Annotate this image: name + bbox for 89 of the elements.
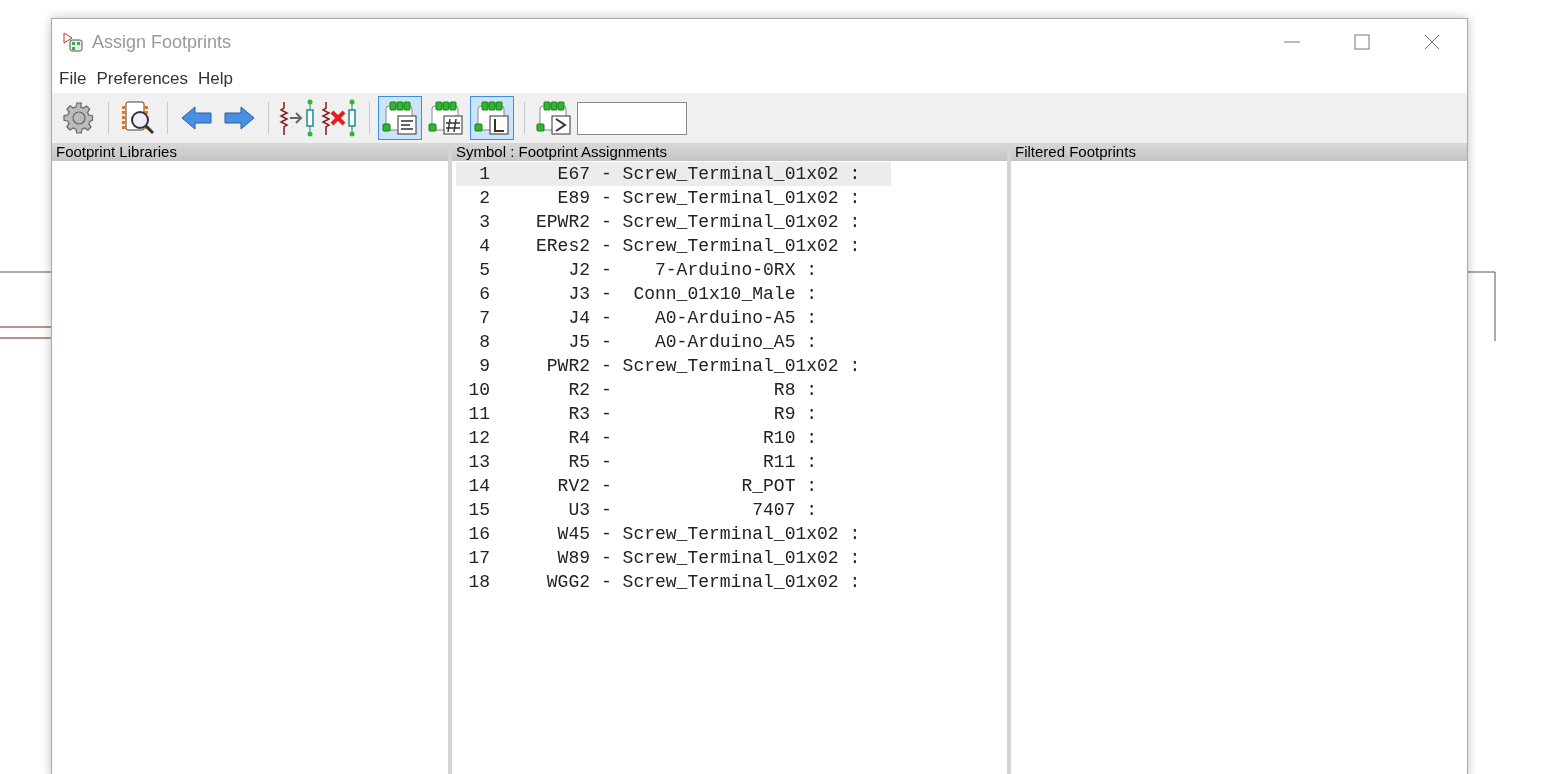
symbol-reference: R3: [567, 402, 590, 426]
assignment-row[interactable]: 3 EPWR2 - Screw_Terminal_01x02 :: [456, 210, 891, 234]
menu-item[interactable]: Preferences: [93, 66, 192, 92]
row-number: 2: [478, 186, 490, 210]
symbol-reference: J4: [567, 306, 590, 330]
minimize-icon: [1284, 41, 1300, 43]
assignment-row[interactable]: 8 J5 - A0-Arduino_A5 :: [456, 330, 891, 354]
symbol-reference: E67: [556, 162, 590, 186]
row-number: 17: [467, 546, 490, 570]
filter-toggle-button[interactable]: [378, 96, 422, 140]
window-title: Assign Footprints: [92, 30, 232, 54]
row-number: 4: [478, 234, 490, 258]
panel-header: Footprint Libraries: [52, 143, 448, 161]
menu-item[interactable]: Help: [195, 66, 237, 92]
footprint-assignment: - R_POT :: [601, 474, 818, 498]
assignment-row[interactable]: 15 U3 - 7407 :: [456, 498, 891, 522]
row-number: 9: [478, 354, 490, 378]
row-number: 10: [467, 378, 490, 402]
assignment-row[interactable]: 17 W89 - Screw_Terminal_01x02 :: [456, 546, 891, 570]
app-icon: [62, 31, 84, 53]
assignment-row[interactable]: 14 RV2 - R_POT :: [456, 474, 891, 498]
row-number: 18: [467, 570, 490, 594]
footprint-assignment: - R11 :: [601, 450, 818, 474]
assignment-row[interactable]: 10 R2 - R8 :: [456, 378, 891, 402]
symbol-reference: ERes2: [535, 234, 590, 258]
symbol-reference: R2: [567, 378, 590, 402]
filter-toggle-button[interactable]: [470, 96, 514, 140]
footprint-assignment: - Screw_Terminal_01x02 :: [601, 570, 861, 594]
symbol-reference: W89: [556, 546, 590, 570]
row-number: 16: [467, 522, 490, 546]
footprint-assignment: - A0-Arduino_A5 :: [601, 330, 818, 354]
symbol-reference: J2: [567, 258, 590, 282]
footprint-assignment: - Screw_Terminal_01x02 :: [601, 234, 861, 258]
assignment-row[interactable]: 4 ERes2 - Screw_Terminal_01x02 :: [456, 234, 891, 258]
assignment-row[interactable]: 13 R5 - R11 :: [456, 450, 891, 474]
footprint-assignment: - Conn_01x10_Male :: [601, 282, 818, 306]
row-number: 8: [478, 330, 490, 354]
assignment-row[interactable]: 7 J4 - A0-Arduino-A5 :: [456, 306, 891, 330]
row-number: 14: [467, 474, 490, 498]
left-arrow-icon: [181, 106, 213, 130]
row-number: 3: [478, 210, 490, 234]
assignment-row[interactable]: 6 J3 - Conn_01x10_Male :: [456, 282, 891, 306]
menu-item[interactable]: File: [56, 66, 90, 92]
symbol-reference: RV2: [556, 474, 590, 498]
assignment-row[interactable]: 5 J2 - 7-Arduino-0RX :: [456, 258, 891, 282]
footprint-assignment: - Screw_Terminal_01x02 :: [601, 162, 861, 186]
footprint-assignment: - Screw_Terminal_01x02 :: [601, 546, 861, 570]
symbol-reference: WGG2: [545, 570, 590, 594]
footprint-assignment: - R8 :: [601, 378, 818, 402]
footprint-assignment: - A0-Arduino-A5 :: [601, 306, 818, 330]
assignment-row[interactable]: 11 R3 - R9 :: [456, 402, 891, 426]
footprint-assignment: - 7407 :: [601, 498, 818, 522]
footprint-assignment: - Screw_Terminal_01x02 :: [601, 354, 861, 378]
assignment-row[interactable]: 1 E67 - Screw_Terminal_01x02 :: [456, 162, 891, 186]
footprint-assignment: - R9 :: [601, 402, 818, 426]
row-number: 7: [478, 306, 490, 330]
maximize-icon: [1354, 34, 1370, 50]
row-number: 1: [478, 162, 490, 186]
symbol-reference: E89: [556, 186, 590, 210]
chip-magnifier-icon: [120, 100, 156, 136]
row-number: 15: [467, 498, 490, 522]
assignment-row[interactable]: 16 W45 - Screw_Terminal_01x02 :: [456, 522, 891, 546]
row-number: 13: [467, 450, 490, 474]
symbol-reference: W45: [556, 522, 590, 546]
footprint-assignment: - Screw_Terminal_01x02 :: [601, 210, 861, 234]
symbol-reference: U3: [567, 498, 590, 522]
footprint-assignment: - 7-Arduino-0RX :: [601, 258, 818, 282]
footprint-assignment: - R10 :: [601, 426, 818, 450]
assignment-row[interactable]: 2 E89 - Screw_Terminal_01x02 :: [456, 186, 891, 210]
symbol-reference: J5: [567, 330, 590, 354]
right-arrow-icon: [223, 106, 255, 130]
footprint-assignment: - Screw_Terminal_01x02 :: [601, 522, 861, 546]
assignment-row[interactable]: 9 PWR2 - Screw_Terminal_01x02 :: [456, 354, 891, 378]
symbol-reference: EPWR2: [535, 210, 590, 234]
row-number: 11: [467, 402, 490, 426]
row-number: 12: [467, 426, 490, 450]
filter-input-field[interactable]: [577, 101, 687, 135]
row-number: 6: [478, 282, 490, 306]
footprint-assignment: - Screw_Terminal_01x02 :: [601, 186, 861, 210]
symbol-reference: R4: [567, 426, 590, 450]
assignment-row[interactable]: 18 WGG2 - Screw_Terminal_01x02 :: [456, 570, 891, 594]
assignment-row[interactable]: 12 R4 - R10 :: [456, 426, 891, 450]
symbol-reference: J3: [567, 282, 590, 306]
symbol-reference: R5: [567, 450, 590, 474]
row-number: 5: [478, 258, 490, 282]
panel-header: Symbol : Footprint Assignments: [452, 143, 1007, 161]
panel-header: Filtered Footprints: [1011, 143, 1467, 161]
close-icon: [1424, 34, 1440, 50]
symbol-reference: PWR2: [545, 354, 590, 378]
